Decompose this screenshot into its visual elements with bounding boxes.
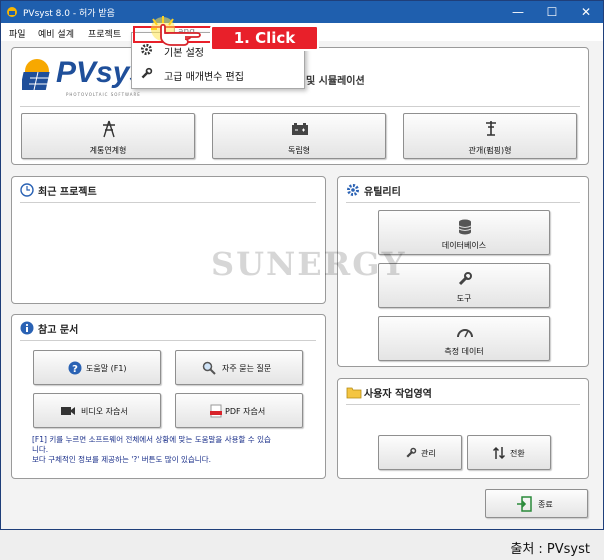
database-icon [458,219,472,235]
header-divider [20,106,580,107]
maximize-button[interactable]: ☐ [535,1,569,23]
standalone-button[interactable]: 독립형 [212,113,386,159]
exit-door-icon [517,496,532,512]
pvsyst-window: PVsyst 8.0 - 허가 받음 — ☐ ✕ 파일 예비 설계 프로젝트 설… [0,0,604,530]
header-subtitle: 및 시뮬레이션 [306,76,365,87]
menu-preliminary-design[interactable]: 예비 설계 [38,27,74,40]
help-note-line3: 보다 구체적인 정보를 제공하는 '?' 버튼도 많이 있습니다. [32,455,211,464]
help-icon: ? [68,361,82,375]
close-button[interactable]: ✕ [569,1,603,23]
clock-icon [20,183,34,197]
pdf-tutorial-button[interactable]: PDF 자습서 [175,393,303,428]
watermark: SUNERGY [211,245,407,283]
wrench-icon [141,67,153,79]
exit-button[interactable]: 종료 [485,489,588,518]
standalone-label: 독립형 [287,146,311,155]
measured-data-label: 측정 데이터 [444,347,484,356]
recent-projects-title: 최근 프로젝트 [38,187,97,198]
faq-button[interactable]: 자주 묻는 질문 [175,350,303,385]
menu-project[interactable]: 프로젝트 [88,27,121,40]
pdf-icon [210,404,222,418]
faq-label: 자주 묻는 질문 [222,364,272,373]
grid-connected-label: 계통연계형 [89,146,127,155]
title-bar: PVsyst 8.0 - 허가 받음 — ☐ ✕ [1,1,603,23]
workspace-title: 사용자 작업영역 [364,389,432,400]
minimize-button[interactable]: — [501,1,535,23]
workspace-panel: 사용자 작업영역 관리 전환 [337,378,589,479]
manage-label: 관리 [421,449,436,458]
manage-button[interactable]: 관리 [378,435,462,470]
gauge-icon [457,329,473,338]
exit-label: 종료 [538,500,553,509]
references-panel: 참고 문서 ? 도움말 (F1) 자주 묻는 질문 비디오 자습서 PDF 자습… [11,314,326,479]
video-camera-icon [61,407,75,415]
help-note-line1: [F1] 키를 누르면 소프트웨어 전체에서 상황에 맞는 도움말을 사용할 수… [32,435,271,444]
sun-logo-icon [22,59,53,91]
app-logo-icon [7,7,17,17]
measured-data-button[interactable]: 측정 데이터 [378,316,550,361]
folder-icon [346,387,362,399]
workspace-divider [346,404,580,405]
swap-arrows-icon [492,446,506,460]
grid-connected-button[interactable]: 계통연계형 [21,113,195,159]
wrench-icon [458,272,472,286]
window-title: PVsyst 8.0 - 허가 받음 [23,9,115,19]
references-title: 참고 문서 [38,325,79,336]
svg-text:?: ? [72,364,78,375]
help-note-line2: 니다. [32,445,49,454]
tools-label: 도구 [456,294,472,303]
video-tutorial-button[interactable]: 비디오 자습서 [33,393,161,428]
gear-icon [347,184,359,196]
grid-tower-icon [103,120,115,138]
recent-projects-panel: 최근 프로젝트 [11,176,326,304]
utilities-title: 유틸리티 [364,187,401,198]
magnifier-icon [202,361,216,375]
switch-label: 전환 [510,449,525,458]
menu-file[interactable]: 파일 [9,27,26,40]
info-icon [20,321,34,335]
click-callout: 1. Click [210,25,319,51]
pdf-tutorial-label: PDF 자습서 [225,407,266,416]
menu-item-advanced-parameters[interactable]: 고급 매개변수 편집 [132,62,304,86]
recent-divider [20,202,316,203]
battery-icon [292,123,308,135]
help-button[interactable]: ? 도움말 (F1) [33,350,161,385]
pumping-button[interactable]: 관개(펌핑)형 [403,113,577,159]
pump-icon [486,121,496,136]
help-note: [F1] 키를 누르면 소프트웨어 전체에서 상황에 맞는 도움말을 사용할 수… [32,435,322,465]
logo-subtitle: PHOTOVOLTAIC SOFTWARE [66,92,141,97]
utilities-divider [346,202,580,203]
pumping-label: 관개(펌핑)형 [468,146,512,155]
switch-button[interactable]: 전환 [467,435,551,470]
wrench-icon [406,447,417,458]
help-label: 도움말 (F1) [86,364,127,373]
click-hand-icon [151,16,201,46]
references-divider [20,340,316,341]
advanced-parameters-label: 고급 매개변수 편집 [164,72,244,83]
video-tutorial-label: 비디오 자습서 [81,407,128,416]
source-caption: 출처 : PVsyst [510,542,590,557]
